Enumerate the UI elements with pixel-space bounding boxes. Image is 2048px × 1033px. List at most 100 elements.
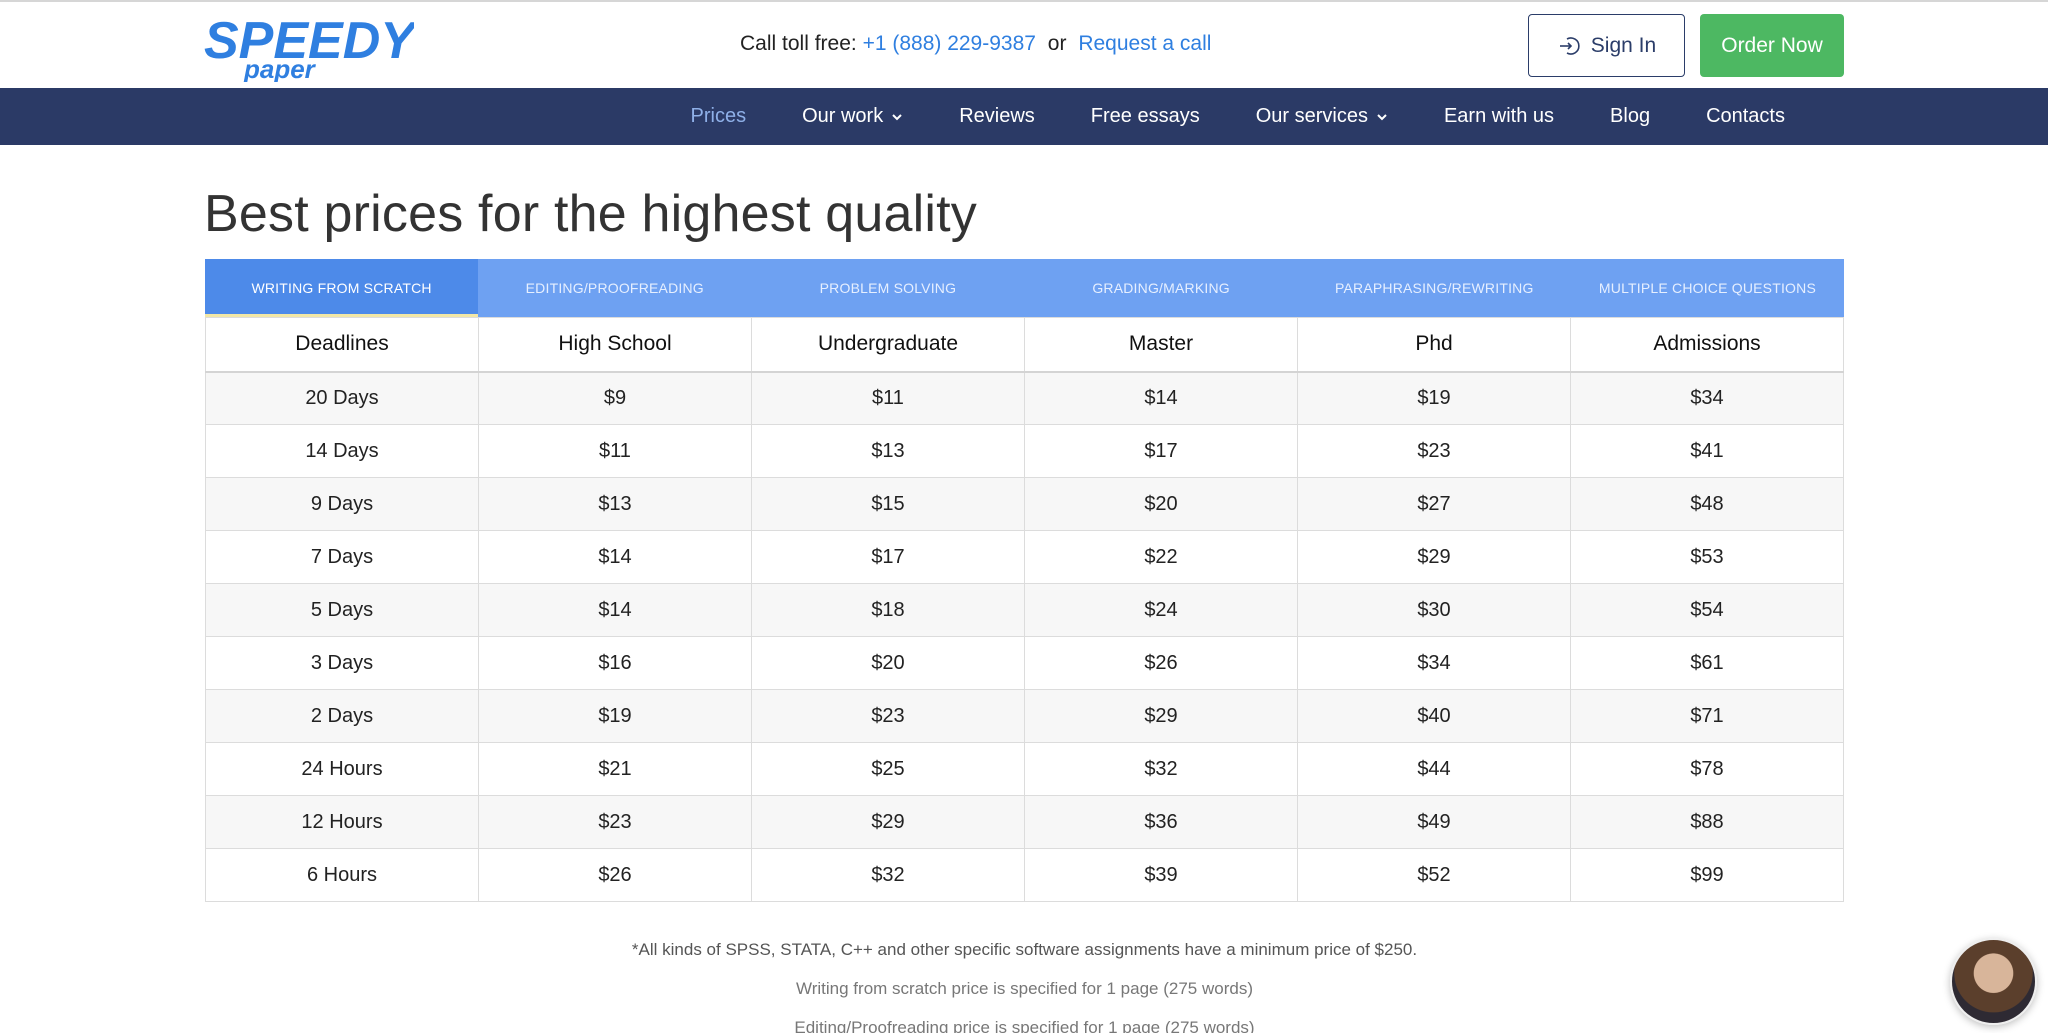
price-cell: $41 [1570,424,1844,478]
nav-item-blog[interactable]: Blog [1582,88,1678,145]
deadline-cell: 3 Days [205,636,479,690]
price-cell: $52 [1297,848,1571,902]
sign-in-label: Sign In [1590,33,1657,57]
column-header: High School [478,317,752,373]
table-row: 24 Hours $21 $25 $32 $44 $78 [205,742,1844,796]
column-header: Phd [1297,317,1571,373]
nav-item-reviews[interactable]: Reviews [931,88,1063,145]
price-cell: $34 [1297,636,1571,690]
service-tabs: Writing from scratch Editing/Proofreading… [205,259,1844,317]
request-call-link[interactable]: Request a call [1078,32,1211,55]
logo-sub-text: paper [243,54,317,82]
price-cell: $54 [1570,583,1844,637]
price-cell: $49 [1297,795,1571,849]
table-row: 2 Days $19 $23 $29 $40 $71 [205,689,1844,743]
price-table: Deadlines High School Undergraduate Master P… [205,317,1844,902]
price-cell: $20 [751,636,1025,690]
price-cell: $32 [751,848,1025,902]
price-cell: $53 [1570,530,1844,584]
price-cell: $13 [478,477,752,531]
nav-item-free-essays[interactable]: Free essays [1063,88,1228,145]
tab-paraphrasing-rewriting[interactable]: Paraphrasing/Rewriting [1298,259,1571,317]
contact-info: Call toll free: +1 (888) 229-9387 or Req… [740,32,1211,56]
price-cell: $25 [751,742,1025,796]
column-header: Master [1024,317,1298,373]
price-cell: $11 [751,371,1025,425]
price-cell: $19 [478,689,752,743]
order-now-label: Order Now [1721,33,1823,57]
support-avatar[interactable] [1950,938,2037,1025]
nav-item-our-work[interactable]: Our work [774,88,931,145]
price-cell: $34 [1570,371,1844,425]
or-text: or [1047,32,1067,55]
deadline-cell: 6 Hours [205,848,479,902]
price-cell: $26 [1024,636,1298,690]
price-cell: $20 [1024,477,1298,531]
price-cell: $16 [478,636,752,690]
price-note: Writing from scratch price is specified … [796,979,1253,998]
price-cell: $32 [1024,742,1298,796]
site-header: SPEEDY paper Call toll free: +1 (888) 22… [0,2,2048,88]
deadline-cell: 9 Days [205,477,479,531]
price-cell: $23 [1297,424,1571,478]
nav-item-label: Blog [1610,105,1651,127]
price-cell: $22 [1024,530,1298,584]
nav-item-prices[interactable]: Prices [663,88,775,145]
price-cell: $40 [1297,689,1571,743]
nav-item-earn-with-us[interactable]: Earn with us [1416,88,1582,145]
price-cell: $17 [751,530,1025,584]
order-now-button[interactable]: Order Now [1700,14,1844,77]
speedypaper-logo[interactable]: SPEEDY paper [204,12,414,82]
nav-item-label: Earn with us [1443,105,1555,127]
price-cell: $14 [478,530,752,584]
nav-items: Prices Our work Reviews Free essays Our serv… [663,88,1814,145]
price-cell: $23 [478,795,752,849]
price-cell: $24 [1024,583,1298,637]
price-cell: $13 [751,424,1025,478]
price-cell: $71 [1570,689,1844,743]
price-cell: $18 [751,583,1025,637]
deadline-cell: 5 Days [205,583,479,637]
login-icon [1559,36,1580,55]
chevron-down-icon [892,113,902,120]
price-cell: $29 [1024,689,1298,743]
chevron-down-icon [1377,113,1387,120]
table-row: 6 Hours $26 $32 $39 $52 $99 [205,848,1844,902]
nav-item-contacts[interactable]: Contacts [1678,88,1813,145]
price-cell: $29 [1297,530,1571,584]
column-header: Deadlines [205,317,479,373]
price-cell: $17 [1024,424,1298,478]
price-cell: $30 [1297,583,1571,637]
table-row: 20 Days $9 $11 $14 $19 $34 [205,371,1844,425]
price-cell: $99 [1570,848,1844,902]
table-row: 5 Days $14 $18 $24 $30 $54 [205,583,1844,637]
price-cell: $14 [1024,371,1298,425]
table-row: 7 Days $14 $17 $22 $29 $53 [205,530,1844,584]
nav-item-label: Free essays [1090,105,1200,127]
tab-multiple-choice-questions[interactable]: Multiple choice questions [1571,259,1844,317]
page-title: Best prices for the highest quality [204,185,977,243]
nav-item-label: Our services [1255,105,1368,127]
price-cell: $39 [1024,848,1298,902]
tab-problem-solving[interactable]: Problem solving [751,259,1024,317]
price-cell: $44 [1297,742,1571,796]
price-cell: $19 [1297,371,1571,425]
tab-editing-proofreading[interactable]: Editing/Proofreading [478,259,751,317]
deadline-cell: 20 Days [205,371,479,425]
price-cell: $26 [478,848,752,902]
price-cell: $29 [751,795,1025,849]
table-row: 9 Days $13 $15 $20 $27 $48 [205,477,1844,531]
deadline-cell: 2 Days [205,689,479,743]
deadline-cell: 7 Days [205,530,479,584]
table-header-row: Deadlines High School Undergraduate Master P… [205,317,1844,373]
table-row: 12 Hours $23 $29 $36 $49 $88 [205,795,1844,849]
nav-item-our-services[interactable]: Our services [1228,88,1416,145]
price-cell: $9 [478,371,752,425]
phone-link[interactable]: +1 (888) 229-9387 [863,32,1036,55]
deadline-cell: 24 Hours [205,742,479,796]
tab-writing-from-scratch[interactable]: Writing from scratch [205,259,479,317]
table-row: 3 Days $16 $20 $26 $34 $61 [205,636,1844,690]
main-nav: Prices Our work Reviews Free essays Our serv… [0,88,2048,145]
sign-in-button[interactable]: Sign In [1528,14,1685,77]
tab-grading-marking[interactable]: Grading/Marking [1025,259,1298,317]
